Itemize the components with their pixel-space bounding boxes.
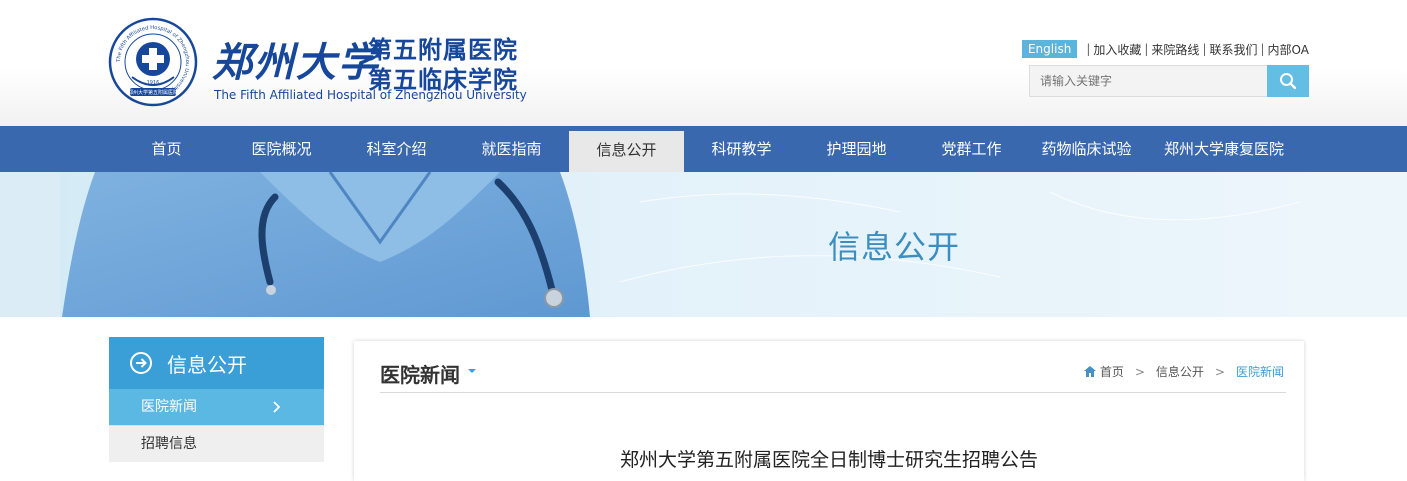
breadcrumb-separator: > <box>1134 364 1145 379</box>
nav-item-clinical-trials[interactable]: 药物临床试验 <box>1029 126 1144 172</box>
english-link[interactable]: English <box>1021 40 1078 58</box>
home-icon <box>1083 366 1096 377</box>
nav-item-home[interactable]: 首页 <box>109 126 224 172</box>
chevron-right-icon <box>273 401 281 413</box>
nav-item-guide[interactable]: 就医指南 <box>454 126 569 172</box>
breadcrumb-home[interactable]: 首页 <box>1100 363 1124 380</box>
directions-link[interactable]: 来院路线 <box>1151 41 1199 58</box>
banner-title: 信息公开 <box>828 228 961 266</box>
section-title: 医院新闻 <box>380 363 460 387</box>
hospital-emblem-icon[interactable]: The Fifth Affiliated Hospital of Zhengzh… <box>108 17 198 107</box>
search-icon <box>1280 73 1297 90</box>
toplink-separator: | <box>1144 42 1149 56</box>
search-input[interactable] <box>1029 65 1267 97</box>
hospital-english-name: The Fifth Affiliated Hospital of Zhengzh… <box>214 88 527 102</box>
site-header: The Fifth Affiliated Hospital of Zhengzh… <box>0 0 1407 126</box>
nav-item-nursing[interactable]: 护理园地 <box>799 126 914 172</box>
nav-item-research[interactable]: 科研教学 <box>684 126 799 172</box>
nav-item-rehab-hospital[interactable]: 郑州大学康复医院 <box>1144 126 1304 172</box>
arrow-circle-icon <box>130 352 152 374</box>
top-links: English | 加入收藏 | 来院路线 | 联系我们 | 内部OA <box>1021 40 1309 58</box>
sidebar-item-label: 医院新闻 <box>141 399 197 415</box>
main-nav: 首页 医院概况 科室介绍 就医指南 信息公开 科研教学 护理园地 党群工作 药物… <box>0 126 1407 172</box>
sidebar: 信息公开 医院新闻 招聘信息 <box>109 337 324 462</box>
nav-item-departments[interactable]: 科室介绍 <box>339 126 454 172</box>
search-box <box>1029 65 1309 97</box>
banner-doctor-image <box>0 172 1301 317</box>
breadcrumb-current[interactable]: 医院新闻 <box>1236 363 1284 380</box>
nav-item-info-public[interactable]: 信息公开 <box>569 131 684 172</box>
sidebar-header: 信息公开 <box>109 337 324 389</box>
content-panel: 医院新闻 首页 > 信息公开 > 医院新闻 郑州大学第五附属医院全日制博士研究生… <box>354 341 1304 481</box>
search-button[interactable] <box>1267 65 1309 97</box>
nav-item-overview[interactable]: 医院概况 <box>224 126 339 172</box>
sidebar-item-label: 招聘信息 <box>141 436 197 452</box>
breadcrumb-separator: > <box>1214 364 1225 379</box>
section-divider <box>380 392 1286 393</box>
emblem-year: 1916 <box>147 80 160 86</box>
internal-oa-link[interactable]: 内部OA <box>1268 41 1309 58</box>
toplink-separator: | <box>1086 42 1091 56</box>
toplink-separator: | <box>1260 42 1265 56</box>
university-name[interactable]: 郑州大学 <box>212 30 380 88</box>
emblem-bottom-text: 郑州大学第五附属医院 <box>128 89 178 96</box>
page-banner: 信息公开 <box>0 172 1407 317</box>
sidebar-item-hospital-news[interactable]: 医院新闻 <box>109 389 324 425</box>
contact-us-link[interactable]: 联系我们 <box>1209 41 1257 58</box>
nav-item-party[interactable]: 党群工作 <box>914 126 1029 172</box>
breadcrumb-parent[interactable]: 信息公开 <box>1156 363 1204 380</box>
sidebar-title: 信息公开 <box>167 352 247 377</box>
toplink-separator: | <box>1202 42 1207 56</box>
caret-down-icon <box>468 369 476 373</box>
sidebar-item-recruitment[interactable]: 招聘信息 <box>109 425 324 462</box>
add-favorite-link[interactable]: 加入收藏 <box>1093 41 1141 58</box>
breadcrumb: 首页 > 信息公开 > 医院新闻 <box>1083 363 1284 380</box>
